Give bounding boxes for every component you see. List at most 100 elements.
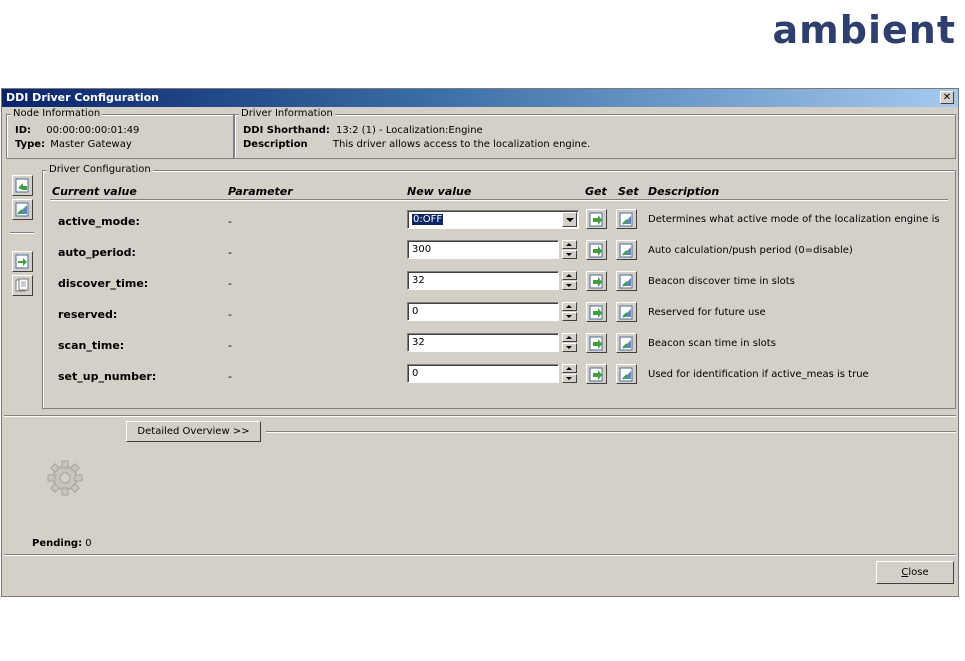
param-name-scan-time: scan_time:: [58, 339, 125, 352]
overview-separator: [266, 431, 956, 433]
get-icon: [589, 274, 603, 289]
driver-description-value: This driver allows access to the localiz…: [332, 139, 591, 150]
param-name-discover-time: discover_time:: [58, 277, 149, 290]
get-button-set-up-number[interactable]: [586, 364, 607, 384]
auto-period-input[interactable]: 300: [407, 240, 559, 259]
spin-up-icon[interactable]: [562, 240, 577, 249]
get-icon: [589, 367, 603, 382]
spin-up-icon[interactable]: [562, 302, 577, 311]
description-reserved: Reserved for future use: [648, 307, 766, 318]
active-mode-value: 0:OFF: [412, 214, 444, 225]
spin-down-icon[interactable]: [562, 250, 577, 259]
spin-up-icon[interactable]: [562, 333, 577, 342]
import-icon: [15, 254, 29, 269]
pending-status: Pending: 0: [32, 538, 92, 549]
set-button-scan-time[interactable]: [616, 333, 637, 353]
chevron-down-icon[interactable]: [562, 212, 577, 227]
section-separator: [4, 415, 956, 417]
discover-time-spinner[interactable]: [562, 271, 577, 290]
pending-label: Pending:: [32, 538, 83, 549]
set-icon: [619, 305, 633, 320]
close-icon[interactable]: ✕: [940, 91, 954, 104]
spin-down-icon[interactable]: [562, 343, 577, 352]
get-icon: [589, 212, 603, 227]
set-header: Set: [618, 185, 639, 198]
node-type-label: Type:: [15, 139, 46, 150]
param-parameter-auto-period: -: [228, 246, 232, 259]
get-all-button[interactable]: [12, 175, 33, 196]
side-separator: [10, 232, 34, 234]
header-separator: [50, 199, 948, 201]
description-header: Description: [648, 185, 720, 198]
scan-time-input[interactable]: 32: [407, 333, 559, 352]
driver-description-label: Description: [243, 139, 308, 150]
driver-information-group: Driver Information DDI Shorthand: 13:2 (…: [234, 108, 956, 159]
set-button-set-up-number[interactable]: [616, 364, 637, 384]
set-button-auto-period[interactable]: [616, 240, 637, 260]
description-scan-time: Beacon scan time in slots: [648, 338, 776, 349]
export-icon: [15, 278, 29, 292]
ddi-shorthand-value: 13:2 (1) - Localization:Engine: [336, 125, 483, 136]
param-name-set-up-number: set_up_number:: [58, 370, 157, 383]
footer-separator: [4, 554, 956, 556]
get-button-discover-time[interactable]: [586, 271, 607, 291]
ambient-logo: ambient: [772, 8, 956, 52]
export-button[interactable]: [12, 275, 33, 296]
set-icon: [619, 274, 633, 289]
spin-down-icon[interactable]: [562, 312, 577, 321]
parameter-header: Parameter: [228, 185, 293, 198]
close-label-rest: lose: [908, 567, 929, 578]
ddi-shorthand: DDI Shorthand: 13:2 (1) - Localization:E…: [243, 125, 483, 136]
node-information-legend: Node Information: [11, 108, 103, 119]
window-title: DDI Driver Configuration: [6, 91, 159, 104]
scan-time-spinner[interactable]: [562, 333, 577, 352]
auto-period-spinner[interactable]: [562, 240, 577, 259]
spin-down-icon[interactable]: [562, 374, 577, 383]
get-button-reserved[interactable]: [586, 302, 607, 322]
get-all-icon: [15, 178, 29, 193]
get-icon: [589, 243, 603, 258]
spin-up-icon[interactable]: [562, 364, 577, 373]
close-button[interactable]: Close: [876, 561, 954, 584]
description-auto-period: Auto calculation/push period (0=disable): [648, 245, 853, 256]
set-button-discover-time[interactable]: [616, 271, 637, 291]
node-type: Type: Master Gateway: [15, 139, 132, 150]
driver-description: Description This driver allows access to…: [243, 139, 590, 150]
node-information-group: Node Information ID: 00:00:00:00:01:49 T…: [6, 108, 234, 159]
description-set-up-number: Used for identification if active_meas i…: [648, 369, 869, 380]
param-parameter-scan-time: -: [228, 339, 232, 352]
node-id: ID: 00:00:00:00:01:49: [15, 125, 139, 136]
node-type-value: Master Gateway: [50, 139, 132, 150]
title-bar: DDI Driver Configuration ✕: [2, 89, 958, 107]
reserved-input[interactable]: 0: [407, 302, 559, 321]
description-discover-time: Beacon discover time in slots: [648, 276, 795, 287]
param-name-reserved: reserved:: [58, 308, 118, 321]
detailed-overview-button[interactable]: Detailed Overview >>: [126, 421, 261, 442]
param-parameter-discover-time: -: [228, 277, 232, 290]
set-button-active-mode[interactable]: [616, 209, 637, 229]
node-id-label: ID:: [15, 125, 32, 136]
set-icon: [619, 367, 633, 382]
spin-up-icon[interactable]: [562, 271, 577, 280]
get-icon: [589, 336, 603, 351]
get-header: Get: [585, 185, 607, 198]
new-value-header: New value: [407, 185, 472, 198]
current-value-header: Current value: [52, 185, 137, 198]
discover-time-input[interactable]: 32: [407, 271, 559, 290]
param-name-auto-period: auto_period:: [58, 246, 136, 259]
spin-down-icon[interactable]: [562, 281, 577, 290]
set-button-reserved[interactable]: [616, 302, 637, 322]
active-mode-dropdown[interactable]: 0:OFF: [407, 210, 579, 229]
node-id-value: 00:00:00:00:01:49: [46, 125, 140, 136]
driver-configuration-legend: Driver Configuration: [47, 164, 153, 175]
set-up-number-input[interactable]: 0: [407, 364, 559, 383]
set-all-button[interactable]: [12, 199, 33, 220]
get-button-scan-time[interactable]: [586, 333, 607, 353]
get-button-active-mode[interactable]: [586, 209, 607, 229]
set-up-number-spinner[interactable]: [562, 364, 577, 383]
get-button-auto-period[interactable]: [586, 240, 607, 260]
driver-information-legend: Driver Information: [239, 108, 335, 119]
reserved-spinner[interactable]: [562, 302, 577, 321]
param-parameter-reserved: -: [228, 308, 232, 321]
import-button[interactable]: [12, 251, 33, 272]
